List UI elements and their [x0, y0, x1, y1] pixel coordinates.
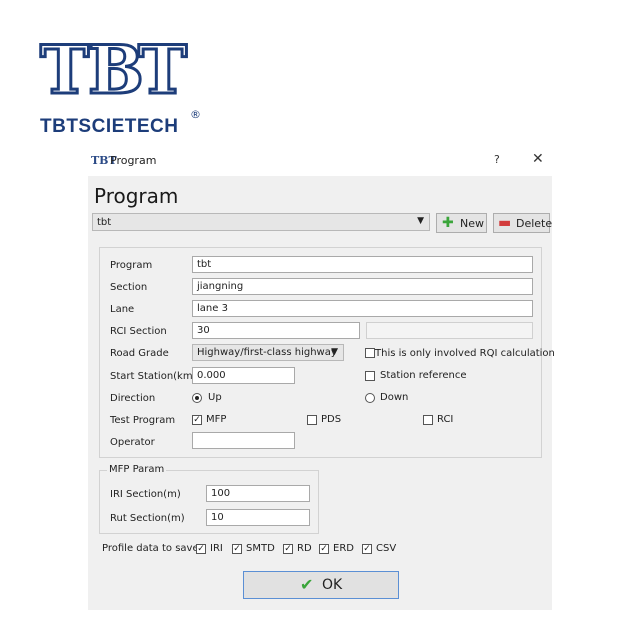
program-label: Program [110, 260, 153, 271]
program-name-field[interactable]: tbt [192, 256, 533, 273]
checkmark-icon: ✔ [300, 575, 314, 594]
profile-smtd-label: SMTD [246, 543, 275, 554]
window-title: Program [110, 154, 157, 167]
page-title: Program [94, 184, 179, 208]
close-icon[interactable]: ✕ [532, 151, 544, 167]
rci-section-field[interactable]: 30 [192, 322, 360, 339]
profile-rd-checkbox[interactable]: ✓ [283, 544, 293, 554]
direction-up-radio[interactable] [192, 393, 202, 403]
ok-button[interactable]: ✔ OK [243, 571, 399, 599]
road-grade-arrow-icon: ▼ [331, 347, 338, 357]
profile-smtd-checkbox[interactable]: ✓ [232, 544, 242, 554]
program-select[interactable]: tbt ▼ [92, 213, 430, 231]
new-button-label: New [460, 217, 484, 230]
logo-letter-t1: T [39, 31, 91, 109]
direction-label: Direction [110, 393, 156, 404]
start-station-field[interactable]: 0.000 [192, 367, 295, 384]
program-select-value: tbt [97, 217, 112, 228]
profile-csv-label: CSV [376, 543, 397, 554]
profile-iri-label: IRI [210, 543, 223, 554]
rci-extra-field [366, 322, 533, 339]
mfp-label: MFP [206, 414, 227, 425]
ok-button-label: OK [322, 577, 343, 593]
profile-erd-checkbox[interactable]: ✓ [319, 544, 329, 554]
station-reference-label: Station reference [380, 370, 467, 381]
road-grade-value: Highway/first-class highway [197, 347, 337, 358]
rqi-only-label: This is only involved RQI calculation [375, 348, 555, 359]
test-program-label: Test Program [110, 415, 176, 426]
rci-section-label: RCI Section [110, 326, 167, 337]
pds-label: PDS [321, 414, 342, 425]
rci-label: RCI [437, 414, 454, 425]
rci-checkbox[interactable] [423, 415, 433, 425]
logo-letter-t2: T [137, 31, 189, 109]
direction-down-label: Down [380, 392, 409, 403]
plus-icon: ✚ [442, 215, 454, 231]
pds-checkbox[interactable] [307, 415, 317, 425]
rut-section-label: Rut Section(m) [110, 513, 185, 524]
start-station-label: Start Station(km) [110, 371, 197, 382]
road-grade-select[interactable]: Highway/first-class highway ▼ [192, 344, 344, 361]
section-field[interactable]: jiangning [192, 278, 533, 295]
lane-field[interactable]: lane 3 [192, 300, 533, 317]
delete-button[interactable]: ▬ Delete [493, 213, 553, 233]
profile-erd-label: ERD [333, 543, 354, 554]
operator-field[interactable] [192, 432, 295, 449]
profile-data-label: Profile data to save [102, 543, 199, 554]
rut-section-field[interactable]: 10 [206, 509, 310, 526]
section-label: Section [110, 282, 148, 293]
brand-name: TBTSCIETECH [40, 116, 179, 137]
iri-section-field[interactable]: 100 [206, 485, 310, 502]
direction-down-radio[interactable] [365, 393, 375, 403]
title-bar[interactable]: TBT Program ? ✕ [88, 146, 552, 176]
logo-letter-b: B [87, 31, 146, 109]
rqi-only-checkbox[interactable] [365, 348, 375, 358]
minus-icon: ▬ [498, 215, 512, 231]
delete-button-label: Delete [516, 217, 553, 230]
new-button[interactable]: ✚ New [436, 213, 487, 233]
help-button[interactable]: ? [494, 153, 500, 166]
dropdown-arrow-icon: ▼ [417, 216, 424, 226]
operator-label: Operator [110, 437, 155, 448]
direction-up-label: Up [208, 392, 222, 403]
profile-iri-checkbox[interactable]: ✓ [196, 544, 206, 554]
profile-csv-checkbox[interactable]: ✓ [362, 544, 372, 554]
profile-rd-label: RD [297, 543, 312, 554]
mfp-checkbox[interactable]: ✓ [192, 415, 202, 425]
station-reference-checkbox[interactable] [365, 371, 375, 381]
road-grade-label: Road Grade [110, 348, 169, 359]
iri-section-label: IRI Section(m) [110, 489, 181, 500]
registered-mark: ® [190, 108, 201, 121]
program-dialog: TBT Program ? ✕ Program tbt ▼ ✚ New ▬ De… [88, 146, 555, 610]
lane-label: Lane [110, 304, 135, 315]
mfp-param-title: MFP Param [107, 464, 167, 475]
